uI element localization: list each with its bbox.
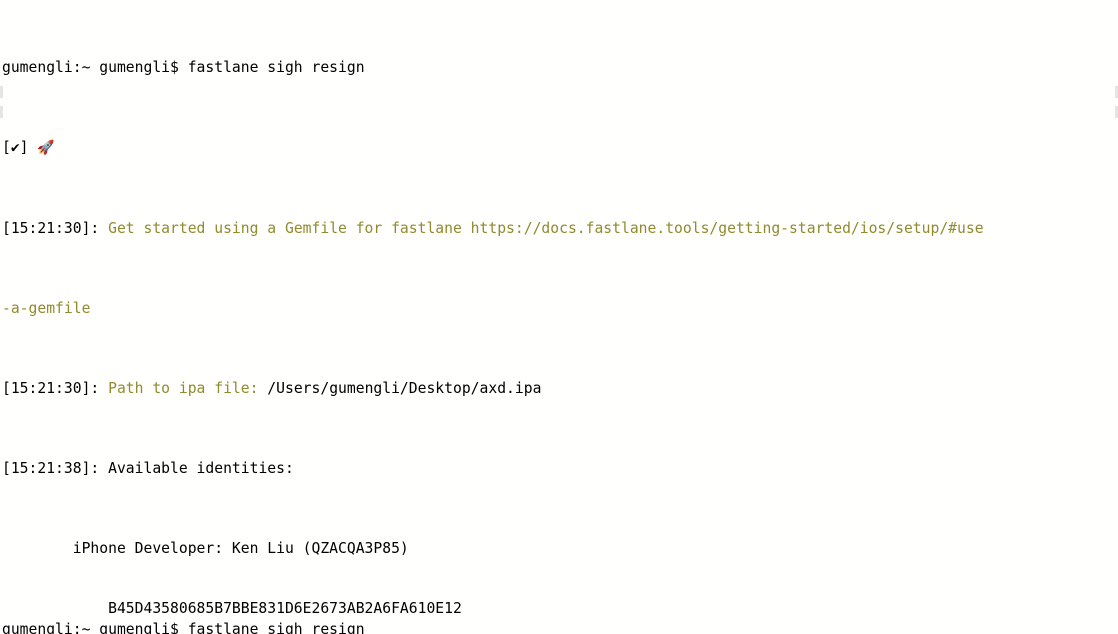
log-label: Path to ipa file: [108,379,268,397]
identity-hash-row: B45D43580685B7BBE831D6E2673AB2A6FA610E12 [0,599,1118,619]
terminal-window[interactable]: gumengli:~ gumengli$ fastlane sigh resig… [0,0,1118,634]
status-line: [✔] 🚀 [0,138,1118,158]
checkmark-icon: [✔] [2,139,38,157]
timestamp: [15:21:30]: [2,219,109,237]
log-value: /Users/gumengli/Desktop/axd.ipa [267,379,542,397]
log-message-wrap: -a-gemfile [2,299,91,317]
timestamp: [15:21:30]: [2,379,109,397]
identity-row: iPhone Developer: Ken Liu (QZACQA3P85) [0,539,1118,559]
prompt-line: gumengli:~ gumengli$ fastlane sigh resig… [0,58,1118,78]
identity-name: iPhone Developer: Ken Liu (QZACQA3P85) [2,540,409,558]
log-message: Get started using a Gemfile for fastlane… [108,219,984,237]
bottom-prompt-line[interactable]: gumengli:~ gumengli$ fastlane sigh resig… [0,620,1118,634]
terminal-output: gumengli:~ gumengli$ fastlane sigh resig… [0,0,1118,634]
log-line-gemfile: [15:21:30]: Get started using a Gemfile … [0,219,1118,239]
log-line-ipa-path: [15:21:30]: Path to ipa file: /Users/gum… [0,379,1118,399]
log-line-identities-header: [15:21:38]: Available identities: [0,459,1118,479]
prompt-command-text: gumengli:~ gumengli$ fastlane sigh resig… [2,59,365,77]
identity-hash: B45D43580685B7BBE831D6E2673AB2A6FA610E12 [2,600,462,618]
rocket-icon: 🚀 [37,140,55,157]
timestamp: [15:21:38]: [2,460,109,478]
log-line-gemfile-wrap: -a-gemfile [0,299,1118,319]
log-label: Available identities: [108,460,294,478]
bottom-prompt-text: gumengli:~ gumengli$ fastlane sigh resig… [2,621,365,634]
